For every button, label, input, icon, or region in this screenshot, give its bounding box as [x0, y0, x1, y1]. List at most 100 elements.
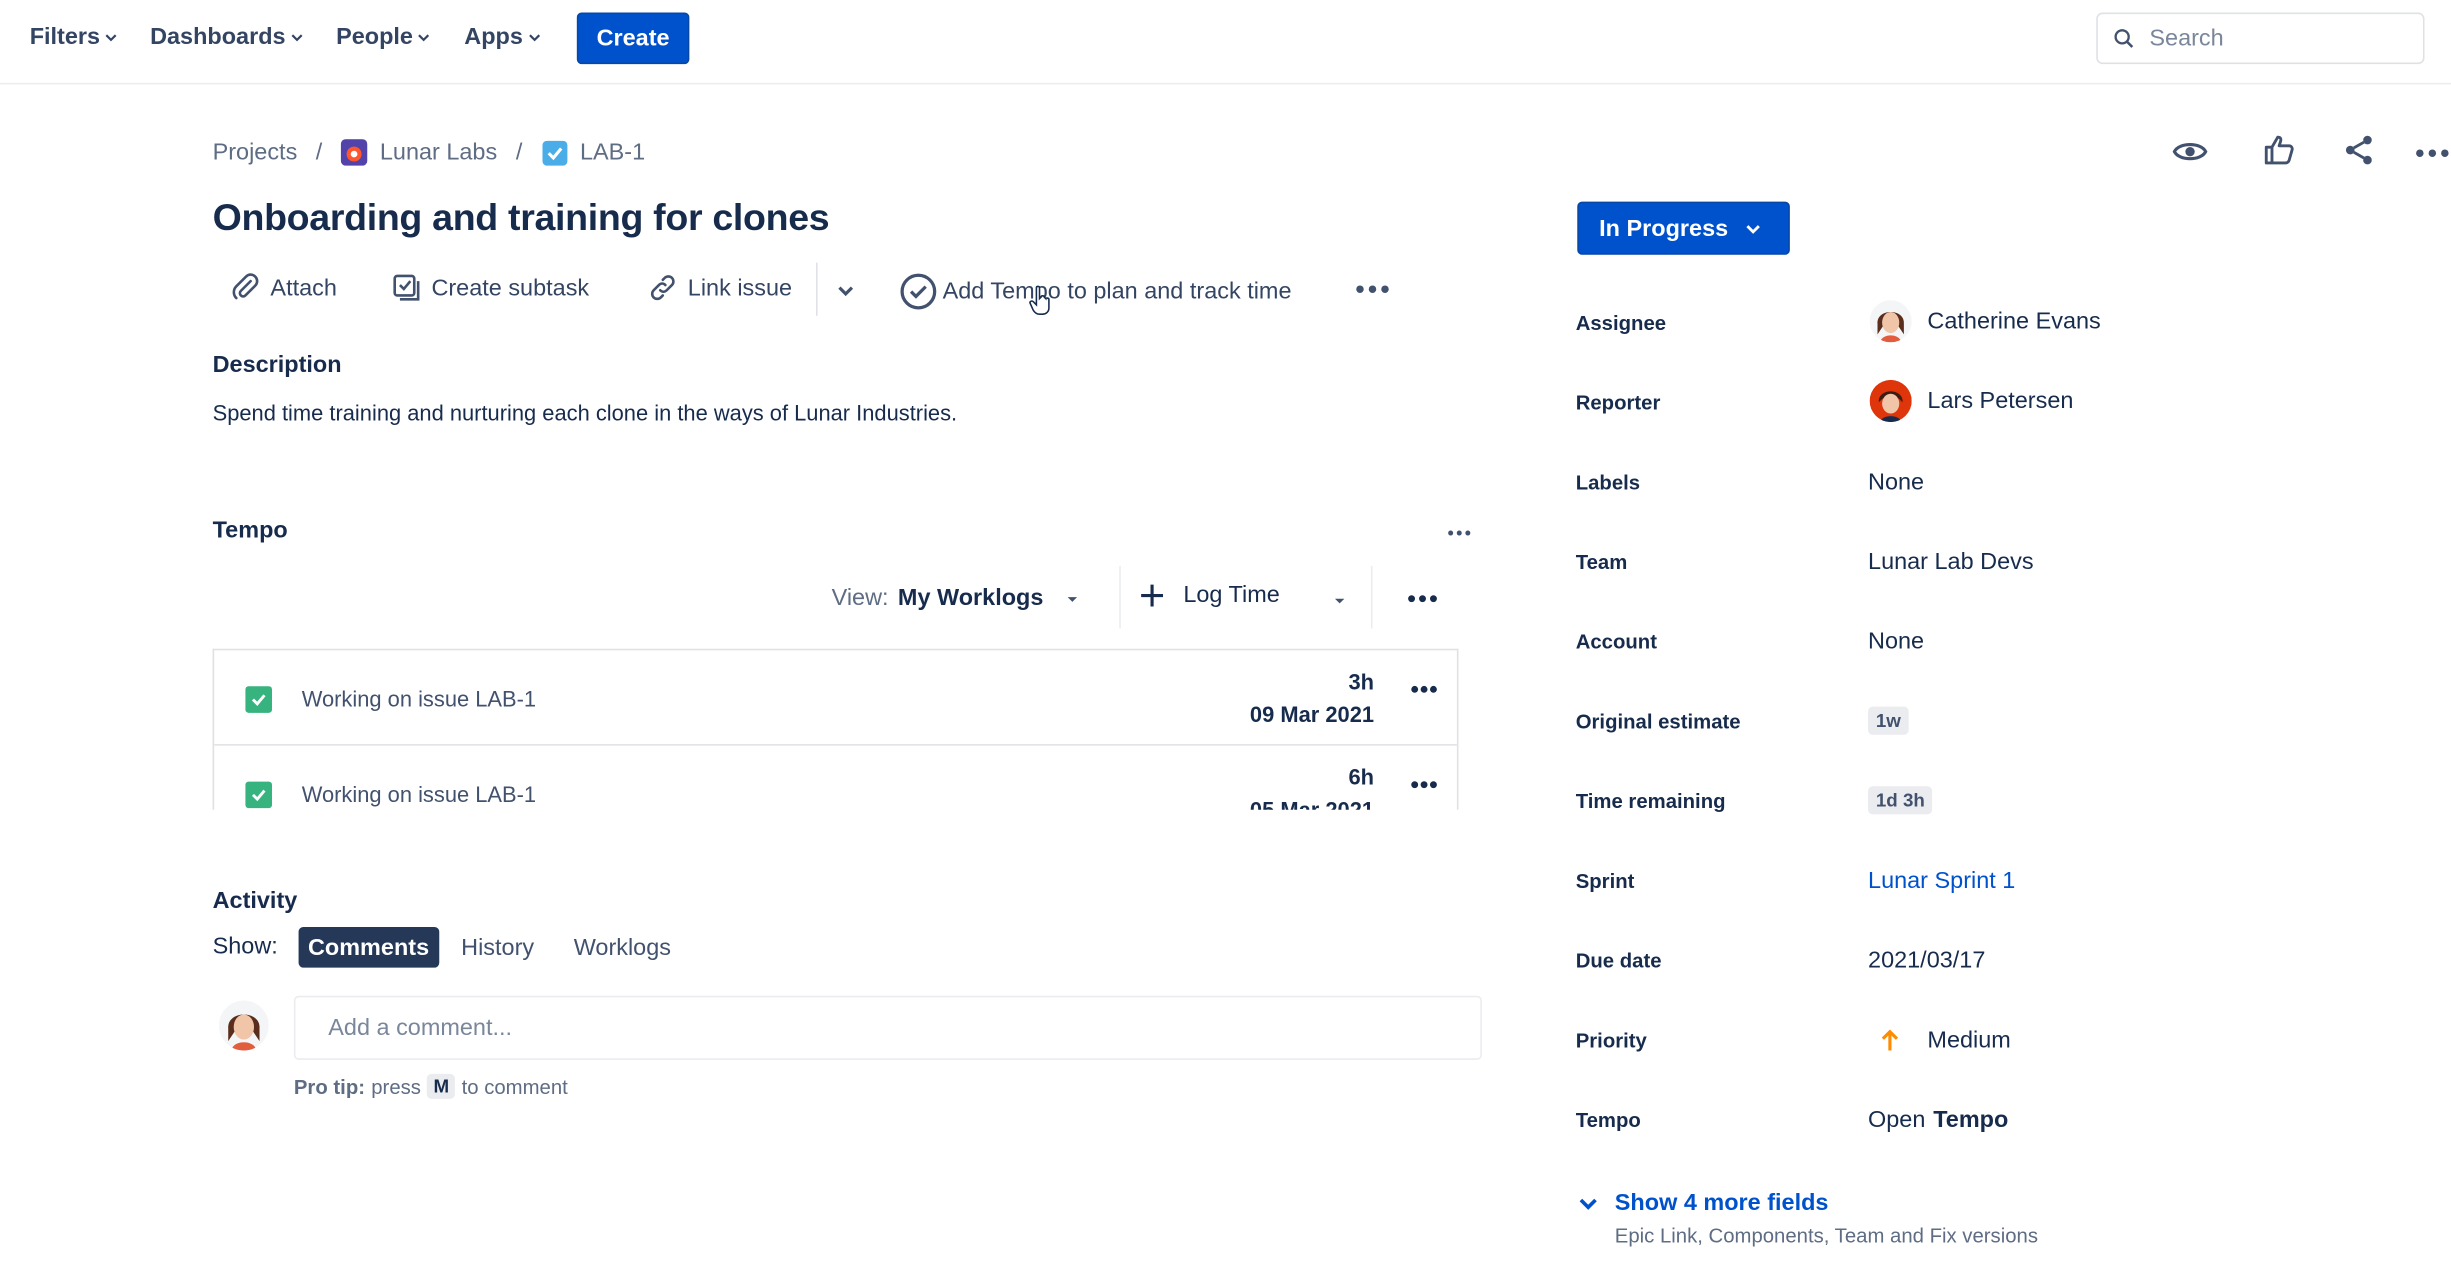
checkbox-icon [245, 686, 272, 713]
breadcrumb-projects[interactable]: Projects [213, 139, 298, 166]
priority-field[interactable]: Medium [1881, 1027, 2011, 1054]
team-label: Team [1575, 550, 1628, 574]
more-icon[interactable] [1448, 530, 1471, 536]
worklog-row[interactable]: Working on issue LAB-1 6h 05 Mar 2021 [214, 746, 1457, 810]
chevron-down-icon[interactable] [836, 281, 855, 300]
tempo-label: Tempo [1575, 1108, 1641, 1132]
nav-apps[interactable]: Apps [464, 23, 540, 50]
create-button[interactable]: Create [576, 12, 690, 65]
create-subtask-label: Create subtask [431, 274, 590, 301]
sprint-label: Sprint [1575, 869, 1635, 893]
nav-dashboards-label: Dashboards [150, 23, 286, 51]
protip-suffix: to comment [461, 1074, 568, 1099]
account-field[interactable]: None [1868, 628, 1924, 655]
due-date-field[interactable]: 2021/03/17 [1868, 947, 1985, 974]
team-field[interactable]: Lunar Lab Devs [1868, 549, 2034, 576]
due-date-label: Due date [1575, 948, 1662, 973]
breadcrumb-issue[interactable]: LAB-1 [542, 139, 645, 166]
avatar [1869, 379, 1912, 423]
link-issue-button[interactable]: Link issue [647, 272, 792, 303]
more-icon[interactable] [1410, 685, 1438, 694]
original-estimate-value: 1w [1868, 706, 1909, 735]
attach-button[interactable]: Attach [230, 272, 337, 303]
original-estimate-label: Original estimate [1575, 709, 1741, 734]
assignee-field[interactable]: Catherine Evans [1869, 300, 2101, 343]
nav-dashboards[interactable]: Dashboards [150, 23, 303, 50]
link-issue-label: Link issue [687, 274, 793, 301]
sprint-value: Lunar Sprint 1 [1868, 867, 2016, 895]
view-label: View: [831, 584, 889, 612]
status-dropdown[interactable]: In Progress [1577, 201, 1790, 255]
labels-value: None [1868, 468, 1925, 496]
original-estimate-field[interactable]: 1w [1868, 706, 1909, 735]
labels-label: Labels [1575, 470, 1641, 494]
more-icon[interactable] [1407, 594, 1438, 603]
nav-people[interactable]: People [336, 23, 430, 50]
breadcrumb-project[interactable]: Lunar Labs [340, 139, 498, 166]
description-heading: Description [212, 351, 342, 379]
view-selector[interactable]: View: My Worklogs [831, 584, 1081, 612]
task-icon [542, 139, 568, 165]
breadcrumb-issue-key: LAB-1 [579, 139, 646, 166]
search-input[interactable]: Search [2096, 12, 2425, 65]
nav-filters[interactable]: Filters [30, 23, 118, 50]
toolbar-divider [815, 262, 818, 316]
breadcrumb-separator: / [515, 139, 523, 166]
worklog-date: 09 Mar 2021 [1249, 701, 1375, 727]
view-value: My Worklogs [897, 584, 1044, 612]
log-time-button[interactable]: Log Time [1140, 582, 1280, 608]
issue-title[interactable]: Onboarding and training for clones [213, 197, 830, 241]
more-icon[interactable] [1410, 780, 1438, 789]
labels-field[interactable]: None [1868, 469, 1924, 496]
attach-icon [232, 273, 259, 300]
worklog-row[interactable]: Working on issue LAB-1 3h 09 Mar 2021 [214, 650, 1457, 746]
chevron-down-icon [105, 33, 117, 41]
create-subtask-button[interactable]: Create subtask [391, 272, 589, 303]
show-label: Show: [212, 933, 278, 960]
share-icon[interactable] [2342, 133, 2376, 167]
avatar [1869, 300, 1912, 343]
show-more-label: Show 4 more fields [1614, 1189, 1829, 1217]
priority-label: Priority [1575, 1028, 1647, 1053]
sprint-link[interactable]: Lunar Sprint 1 [1868, 868, 2015, 895]
nav-filters-label: Filters [29, 23, 101, 51]
open-tempo-link[interactable]: Open Tempo [1868, 1107, 2008, 1134]
priority-medium-icon [1881, 1029, 1899, 1051]
show-more-fields-button[interactable]: Show 4 more fields [1577, 1189, 1829, 1217]
search-icon [2114, 29, 2134, 48]
caret-down-icon[interactable] [1330, 591, 1349, 610]
assignee-value: Catherine Evans [1927, 307, 2101, 335]
caret-down-icon [1066, 596, 1077, 602]
tab-comments[interactable]: Comments [298, 926, 439, 968]
description-text[interactable]: Spend time training and nurturing each c… [213, 400, 958, 425]
tab-worklogs[interactable]: Worklogs [564, 927, 680, 968]
subtask-icon [393, 274, 420, 301]
tab-history[interactable]: History [452, 927, 544, 968]
tempo-heading: Tempo [212, 517, 288, 544]
breadcrumb-projects-label: Projects [212, 139, 298, 166]
breadcrumb-project-label: Lunar Labs [379, 139, 498, 166]
protip-prefix: Pro tip: [293, 1074, 366, 1099]
protip-key: M [427, 1073, 456, 1099]
chevron-down-icon [291, 33, 303, 41]
reporter-label: Reporter [1575, 390, 1661, 415]
nav-people-label: People [336, 23, 413, 51]
due-date-value: 2021/03/17 [1868, 947, 1986, 974]
status-label: In Progress [1599, 214, 1729, 242]
account-value: None [1868, 628, 1925, 655]
thumbs-up-icon[interactable] [2262, 133, 2296, 167]
comment-input[interactable]: Add a comment... [293, 995, 1482, 1060]
more-icon[interactable] [2415, 149, 2449, 158]
worklog-date: 05 Mar 2021 [1249, 797, 1375, 810]
time-remaining-label: Time remaining [1575, 789, 1726, 813]
reporter-field[interactable]: Lars Petersen [1869, 379, 2073, 423]
more-icon[interactable] [1355, 285, 1389, 294]
project-icon [340, 139, 368, 166]
attach-label: Attach [270, 274, 337, 301]
pro-tip: Pro tip: press M to comment [293, 1073, 568, 1099]
top-navigation: Filters Dashboards People Apps Create Se… [0, 0, 2451, 85]
add-tempo-label: Add Tempo to plan and track time [942, 278, 1292, 305]
add-tempo-button[interactable]: Add Tempo to plan and track time [899, 272, 1292, 311]
eye-icon[interactable] [2171, 133, 2209, 171]
time-remaining-field[interactable]: 1d 3h [1868, 786, 1933, 815]
